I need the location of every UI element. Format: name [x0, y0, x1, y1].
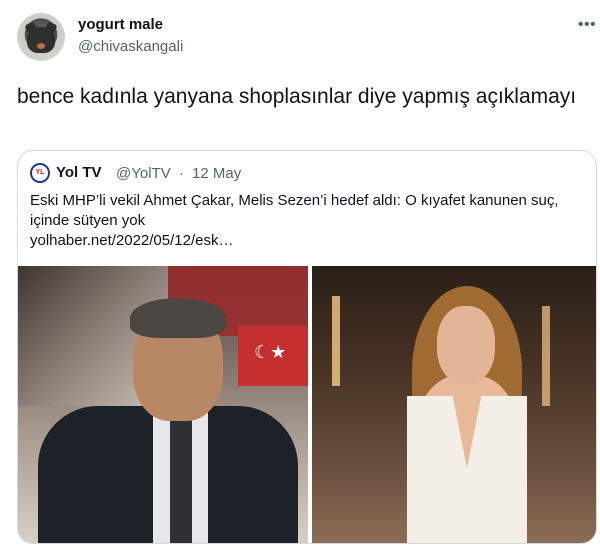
tweet[interactable]: yogurt male @chivaskangali ••• bence kad… — [0, 0, 600, 550]
photo-tie — [170, 416, 192, 543]
avatar-face — [27, 27, 55, 53]
avatar-nose — [37, 43, 45, 49]
more-horizontal-icon[interactable]: ••• — [576, 14, 598, 36]
quoted-display-name[interactable]: Yol TV — [56, 164, 102, 181]
quoted-tweet[interactable]: YL Yol TV @YolTV · 12 May Eski MHP’li ve… — [17, 150, 597, 544]
quoted-meta: @YolTV · 12 May — [116, 165, 245, 182]
photo-light — [542, 306, 550, 406]
quoted-link[interactable]: yolhaber.net/2022/05/12/esk… — [30, 231, 590, 251]
avatar[interactable] — [17, 13, 65, 61]
display-name[interactable]: yogurt male — [78, 16, 163, 33]
media-grid — [18, 266, 596, 543]
meta-separator: · — [178, 165, 184, 182]
quoted-handle[interactable]: @YolTV — [116, 165, 171, 182]
photo-hair — [130, 298, 226, 338]
tweet-text: bence kadınla yanyana shoplasınlar diye … — [17, 85, 577, 108]
photo-flag — [238, 326, 308, 386]
quoted-text-line: Eski MHP’li vekil Ahmet Çakar, Melis Sez… — [30, 192, 559, 209]
photo-man[interactable] — [18, 266, 308, 543]
quoted-avatar[interactable]: YL — [30, 163, 50, 183]
photo-light — [332, 296, 340, 386]
photo-face — [437, 306, 495, 384]
quoted-date[interactable]: 12 May — [192, 165, 241, 182]
photo-woman[interactable] — [312, 266, 596, 543]
user-handle[interactable]: @chivaskangali — [78, 38, 183, 55]
quoted-text-line: içinde sütyen yok — [30, 212, 146, 229]
quoted-text: Eski MHP’li vekil Ahmet Çakar, Melis Sez… — [30, 191, 590, 251]
